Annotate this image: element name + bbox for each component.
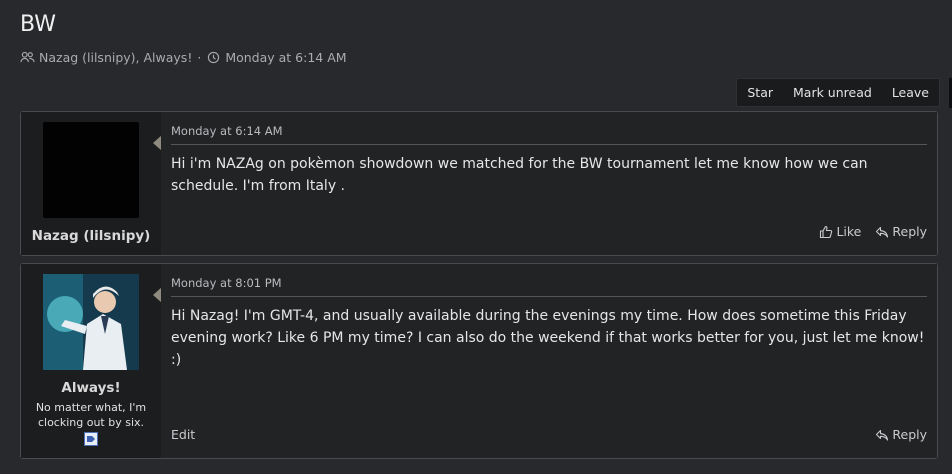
user-tagline: No matter what, I'm clocking out by six. [35, 401, 147, 429]
edit-button[interactable]: Edit [171, 427, 195, 442]
users-icon [20, 51, 35, 63]
meta-separator: · [197, 50, 202, 65]
avatar-image [43, 274, 139, 370]
reply-button[interactable]: Reply [875, 427, 927, 442]
avatar[interactable] [43, 122, 139, 218]
clock-icon [208, 51, 220, 64]
thread-meta: Nazag (lilsnipy), Always! · Monday at 6:… [20, 50, 347, 65]
message-date[interactable]: Monday at 6:14 AM [171, 124, 927, 145]
thread-start-time[interactable]: Monday at 6:14 AM [225, 50, 346, 65]
message: Nazag (lilsnipy) Monday at 6:14 AM Hi i'… [20, 111, 938, 256]
thumbs-up-icon [820, 225, 833, 238]
username[interactable]: Always! [21, 380, 161, 396]
banner-badge-icon [84, 432, 98, 446]
message-text: Hi i'm NAZAg on pokèmon showdown we matc… [171, 156, 868, 194]
message-footer: Like Reply [819, 224, 927, 239]
leave-button[interactable]: Leave [882, 79, 939, 106]
reply-label: Reply [892, 224, 927, 239]
like-label: Like [836, 224, 862, 239]
like-button[interactable]: Like [819, 224, 861, 239]
thread-actions: Star Mark unread Leave [736, 78, 940, 107]
reply-label: Reply [892, 427, 927, 442]
participants-link[interactable]: Nazag (lilsnipy), Always! [39, 50, 192, 65]
message-footer: Reply [875, 427, 927, 442]
message-date[interactable]: Monday at 8:01 PM [171, 276, 927, 297]
avatar[interactable] [43, 274, 139, 370]
message-body: Monday at 8:01 PM Hi Nazag! I'm GMT-4, a… [161, 264, 937, 458]
message-user: Always! No matter what, I'm clocking out… [21, 264, 161, 458]
message: Always! No matter what, I'm clocking out… [20, 263, 938, 459]
reply-button[interactable]: Reply [875, 224, 927, 239]
reply-icon [876, 226, 889, 238]
message-body: Monday at 6:14 AM Hi i'm NAZAg on pokèmo… [161, 112, 937, 255]
mark-unread-button[interactable]: Mark unread [783, 79, 882, 106]
message-user: Nazag (lilsnipy) [21, 112, 161, 255]
page-title: BW [20, 12, 57, 37]
star-button[interactable]: Star [737, 79, 783, 106]
message-text: Hi Nazag! I'm GMT-4, and usually availab… [171, 308, 925, 368]
username[interactable]: Nazag (lilsnipy) [21, 228, 161, 244]
reply-icon [876, 429, 889, 441]
